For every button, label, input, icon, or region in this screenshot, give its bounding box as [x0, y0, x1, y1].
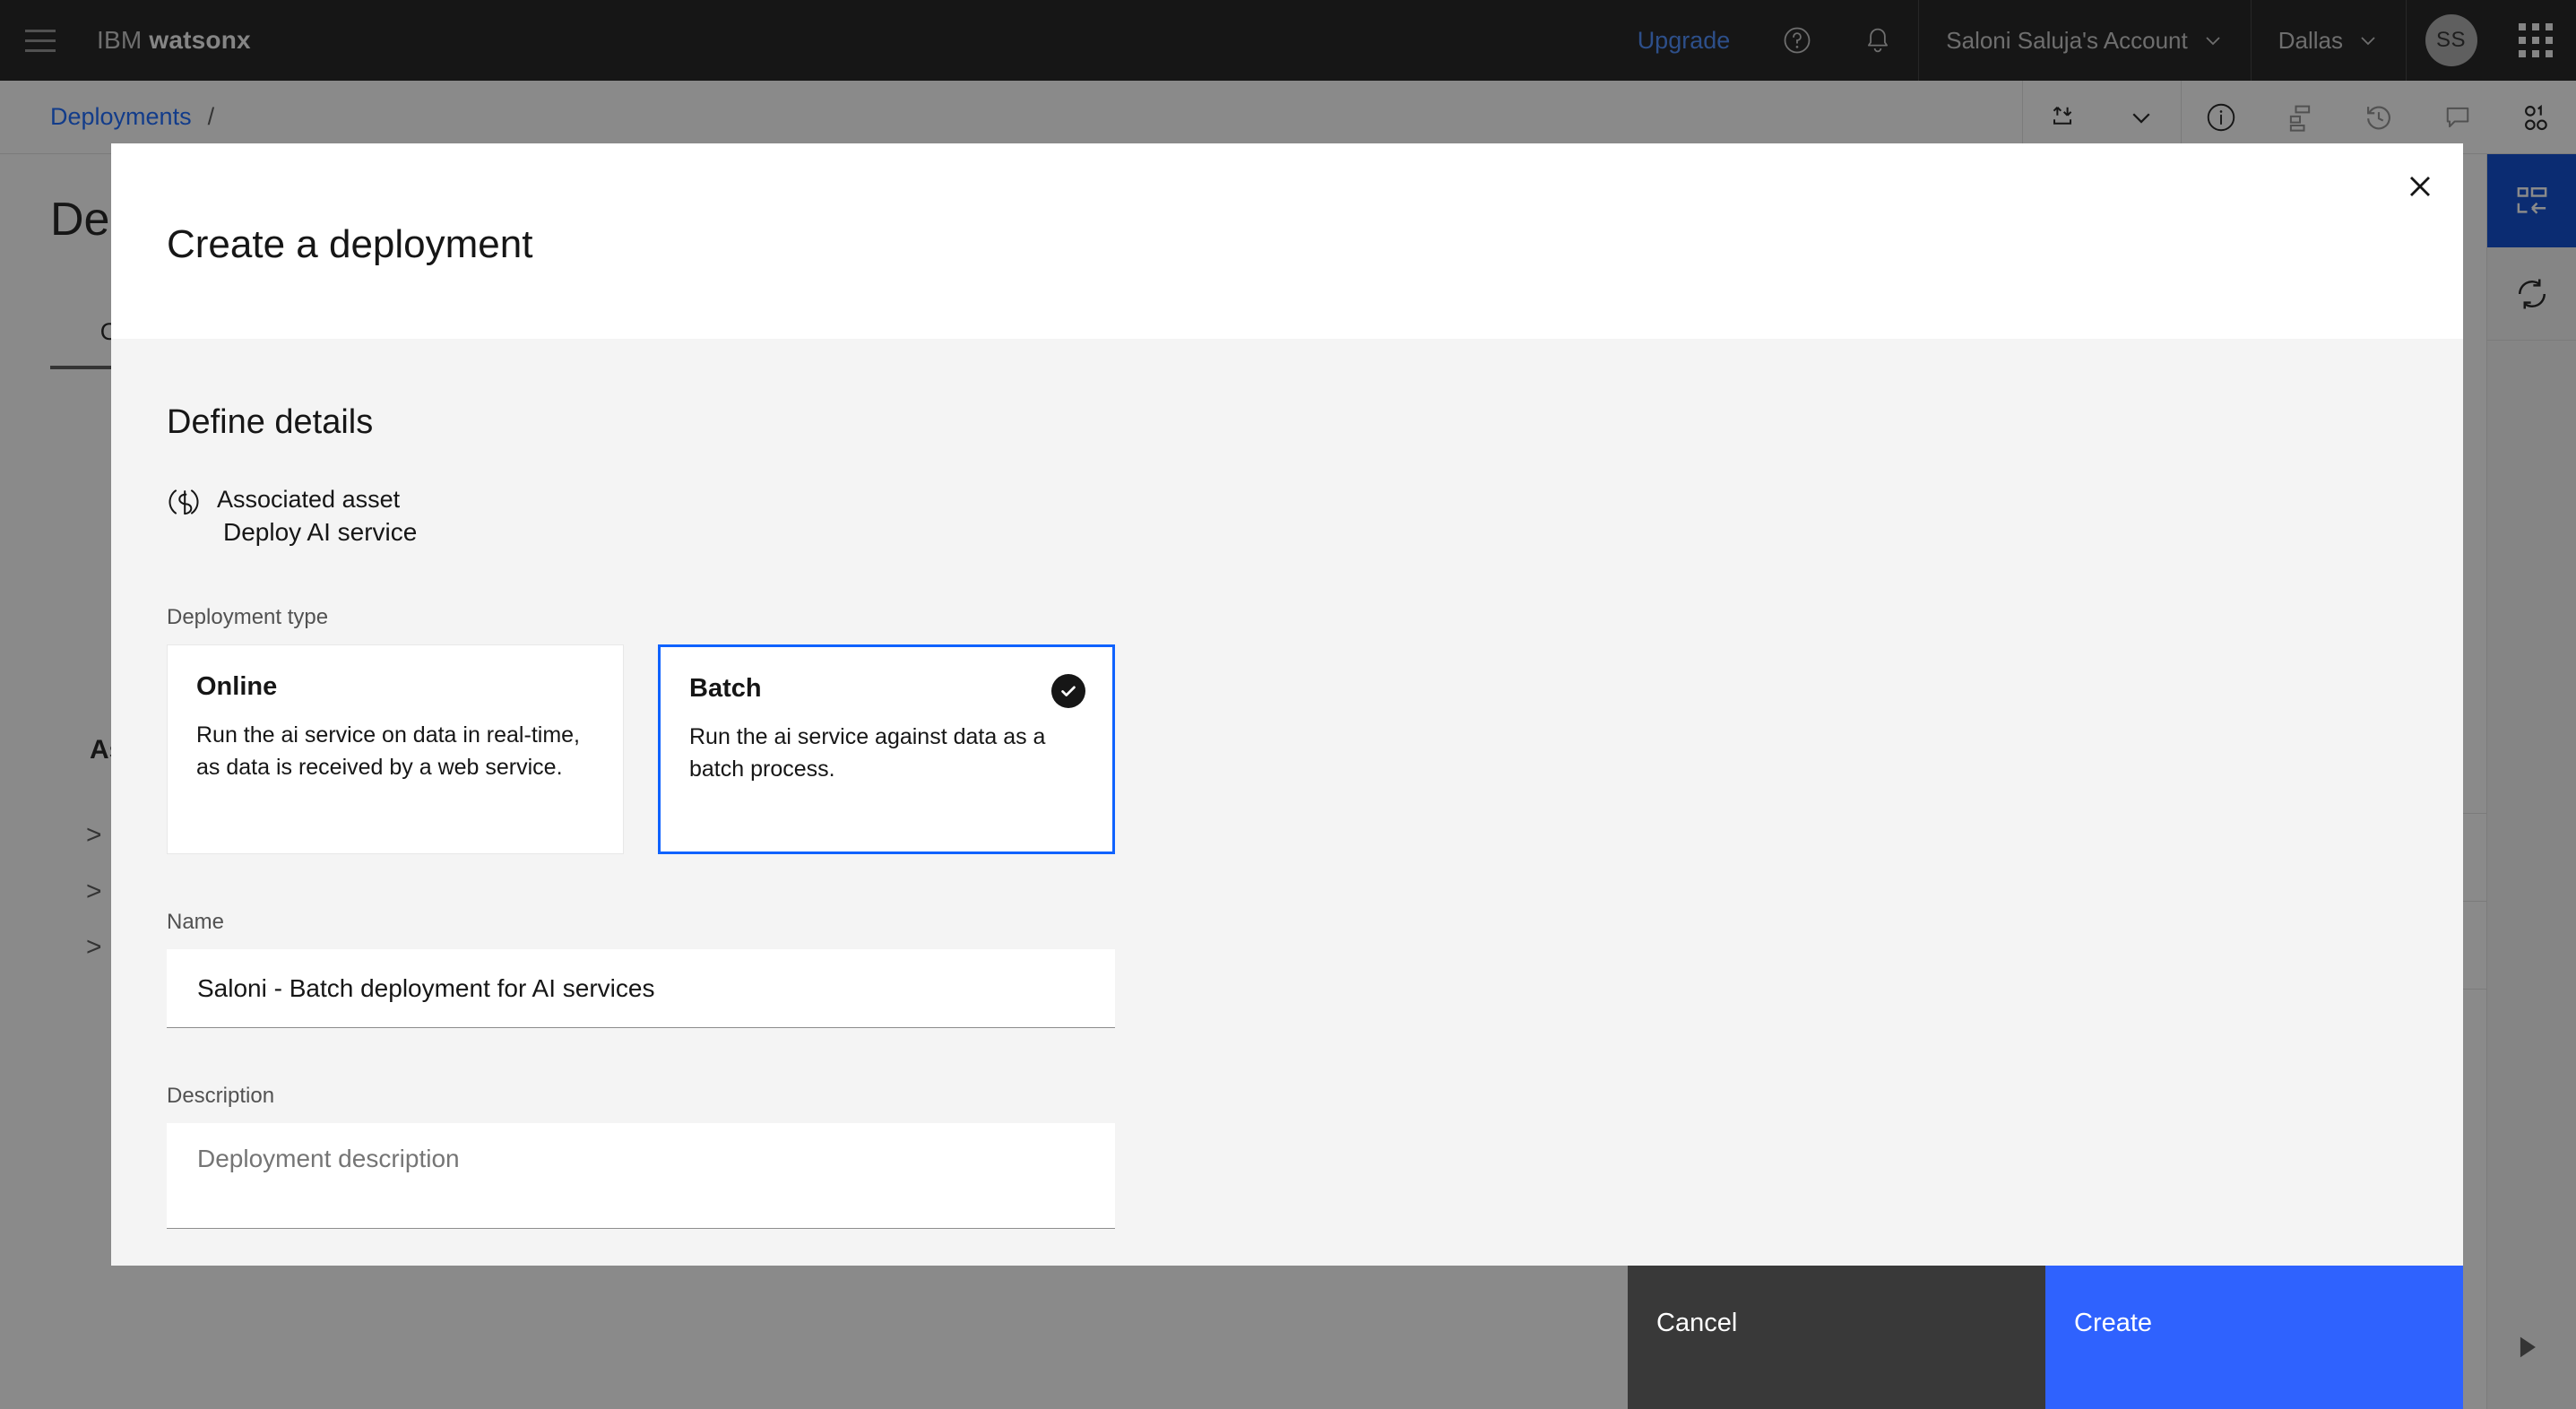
modal-footer: Cancel Create — [111, 1266, 2463, 1409]
modal-title: Create a deployment — [167, 222, 533, 266]
close-icon[interactable] — [2377, 143, 2463, 229]
create-button[interactable]: Create — [2045, 1266, 2463, 1409]
associated-asset-value: Deploy AI service — [223, 518, 418, 547]
modal-header: Create a deployment — [111, 143, 2463, 339]
checkmark-icon — [1051, 674, 1085, 709]
section-title: Define details — [167, 403, 374, 441]
modal-body: Define details Associated asset Deploy A… — [111, 339, 2463, 1266]
card-title: Batch — [689, 674, 762, 704]
card-description: Run the ai service on data in real-time,… — [196, 722, 580, 780]
ai-service-icon — [169, 489, 199, 515]
deployment-type-label: Deployment type — [167, 605, 329, 630]
cancel-button[interactable]: Cancel — [1628, 1266, 2045, 1409]
description-textarea[interactable] — [167, 1123, 1115, 1230]
associated-asset-text: Associated asset Deploy AI service — [217, 483, 417, 549]
deployment-type-batch[interactable]: Batch Run the ai service against data as… — [658, 644, 1115, 855]
name-field-label: Name — [167, 910, 225, 935]
name-input[interactable]: Saloni - Batch deployment for AI service… — [167, 949, 1115, 1029]
card-title: Online — [196, 672, 278, 702]
deployment-type-options: Online Run the ai service on data in rea… — [167, 644, 2463, 855]
create-deployment-modal: Create a deployment Define details Assoc… — [111, 143, 2463, 1266]
associated-asset: Associated asset Deploy AI service — [167, 483, 2463, 549]
description-field-label: Description — [167, 1084, 275, 1109]
description-field-block: Description — [167, 1084, 2463, 1233]
name-field-block: Name Saloni - Batch deployment for AI se… — [167, 910, 2463, 1029]
associated-asset-label: Associated asset — [217, 486, 401, 513]
app-root: IBM watsonx Upgrade — [0, 0, 2576, 1409]
card-description: Run the ai service against data as a bat… — [689, 724, 1046, 782]
deployment-type-online[interactable]: Online Run the ai service on data in rea… — [167, 644, 624, 855]
